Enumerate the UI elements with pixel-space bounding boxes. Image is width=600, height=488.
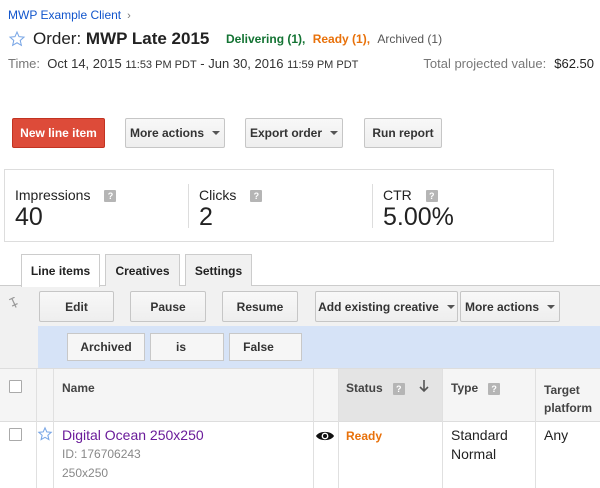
line-item-priority: Normal (451, 446, 497, 462)
order-title-prefix: Order: (33, 29, 82, 48)
resume-button[interactable]: Resume (222, 291, 298, 322)
column-header-target-platform[interactable]: Target platform (544, 381, 600, 417)
type-header-label: Type (451, 381, 479, 395)
help-icon[interactable]: ? (488, 383, 501, 395)
start-time: 11:53 PM PDT (125, 59, 197, 71)
ctr-value: 5.00% (383, 203, 454, 231)
status-column-header-bg (338, 369, 442, 421)
column-header-type[interactable]: Type? (451, 381, 501, 395)
stat-ctr: CTR? 5.00% (373, 170, 553, 241)
filter-field-label: Archived (80, 340, 132, 354)
order-status-summary: Delivering (1), Ready (1), Archived (1) (226, 32, 442, 46)
edit-label: Edit (65, 299, 88, 314)
filter-operator-select[interactable]: is (150, 333, 224, 361)
resume-label: Resume (236, 299, 284, 314)
more-actions-toolbar-button[interactable]: More actions (460, 291, 560, 322)
pause-button[interactable]: Pause (130, 291, 206, 322)
order-name: MWP Late 2015 (85, 29, 210, 48)
filter-field-select[interactable]: Archived (67, 333, 145, 361)
help-icon[interactable]: ? (104, 190, 117, 202)
total-label: Total projected value: (423, 56, 547, 71)
new-line-item-label: New line item (20, 126, 97, 140)
line-item-name-link[interactable]: Digital Ocean 250x250 (62, 427, 204, 443)
table-header (0, 368, 600, 422)
impressions-value: 40 (15, 203, 43, 231)
run-report-label: Run report (372, 126, 434, 140)
clicks-label: Clicks (199, 187, 237, 203)
stat-impressions: Impressions? 40 (5, 170, 188, 241)
run-report-button[interactable]: Run report (364, 118, 442, 148)
status-ready[interactable]: Ready (1), (313, 32, 370, 46)
column-header-status[interactable]: Status? (346, 381, 405, 395)
status-delivering[interactable]: Delivering (1), (226, 32, 305, 46)
stat-clicks: Clicks? 2 (189, 170, 372, 241)
line-item-id: ID: 176706243 (62, 447, 141, 461)
pause-label: Pause (150, 299, 186, 314)
time-label: Time: (8, 56, 41, 71)
status-archived[interactable]: Archived (1) (377, 32, 442, 46)
edit-button[interactable]: Edit (39, 291, 114, 322)
filter-operator-label: is (175, 340, 186, 354)
tab-line-items[interactable]: Line items (21, 254, 100, 287)
help-icon[interactable]: ? (425, 190, 438, 202)
tab-creatives[interactable]: Creatives (105, 254, 180, 286)
caret-down-icon (330, 131, 338, 135)
chevron-right-icon: › (127, 10, 131, 22)
end-time: 11:59 PM PDT (287, 59, 359, 71)
page-title: Order: MWP Late 2015 (33, 29, 209, 49)
clicks-value: 2 (199, 203, 213, 231)
breadcrumb-client-link[interactable]: MWP Example Client (8, 8, 121, 22)
help-icon[interactable]: ? (392, 383, 405, 395)
caret-down-icon (212, 131, 220, 135)
status-header-label: Status (346, 381, 383, 395)
table-row[interactable]: Digital Ocean 250x250 ID: 176706243 250x… (0, 422, 600, 488)
order-time-range: Time: Oct 14, 2015 11:53 PM PDT - Jun 30… (8, 56, 358, 71)
breadcrumb: MWP Example Client › (8, 8, 131, 22)
star-icon[interactable] (37, 426, 53, 442)
star-icon[interactable] (8, 30, 26, 48)
tab-settings[interactable]: Settings (185, 254, 252, 286)
export-order-button[interactable]: Export order (245, 118, 343, 148)
line-item-type: Standard (451, 427, 508, 443)
tab-creatives-label: Creatives (115, 263, 170, 278)
help-icon[interactable]: ? (250, 190, 263, 202)
add-existing-creative-button[interactable]: Add existing creative (315, 291, 458, 322)
filter-value-label: False (243, 340, 274, 354)
status-badge: Ready (346, 429, 383, 443)
date-separator: - (200, 56, 205, 71)
stats-panel: Impressions? 40 Clicks? 2 CTR? 5.00% (4, 169, 554, 242)
end-date: Jun 30, 2016 (208, 56, 284, 71)
impressions-label: Impressions (15, 187, 91, 203)
tab-line-items-label: Line items (30, 264, 91, 278)
caret-down-icon (547, 304, 555, 309)
select-all-checkbox[interactable] (9, 380, 22, 393)
line-item-size: 250x250 (62, 466, 109, 480)
total-projected-value: Total projected value: $62.50 (423, 56, 594, 71)
sort-arrow-down-icon[interactable] (418, 379, 430, 393)
row-checkbox[interactable] (9, 428, 22, 441)
line-item-platform: Any (544, 427, 569, 443)
filter-value-select[interactable]: False (229, 333, 302, 361)
column-header-name[interactable]: Name (62, 381, 95, 395)
eye-icon[interactable] (315, 429, 335, 443)
start-date: Oct 14, 2015 (47, 56, 122, 71)
more-actions-button[interactable]: More actions (125, 118, 225, 148)
pin-icon[interactable] (8, 297, 20, 309)
more-actions-toolbar-label: More actions (464, 299, 539, 314)
tab-settings-label: Settings (194, 263, 243, 278)
new-line-item-button[interactable]: New line item (12, 118, 105, 148)
total-value: $62.50 (554, 56, 594, 71)
ctr-label: CTR (383, 187, 412, 203)
add-existing-creative-label: Add existing creative (318, 299, 439, 314)
export-order-label: Export order (249, 126, 322, 140)
caret-down-icon (446, 304, 455, 309)
more-actions-label: More actions (129, 126, 204, 140)
